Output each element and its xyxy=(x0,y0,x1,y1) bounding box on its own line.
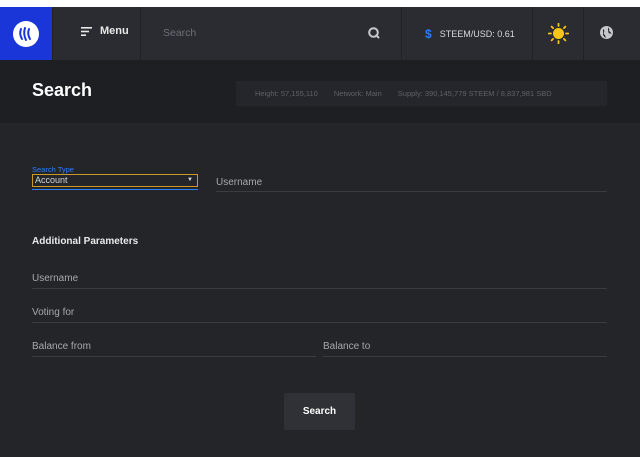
balance-from-underline xyxy=(32,356,316,357)
chevron-down-icon: ▼ xyxy=(187,177,193,183)
username-underline xyxy=(32,288,607,289)
app-frame: Menu Search $ STEEM/USD: 0.61 Search Hei… xyxy=(0,7,640,457)
stat-height: Height: 57,155,110 xyxy=(255,89,318,98)
price-ticker[interactable]: $ STEEM/USD: 0.61 xyxy=(425,27,515,41)
voting-for-underline xyxy=(32,322,607,323)
username-main-field[interactable]: Username xyxy=(216,177,262,188)
stat-supply: Supply: 390,145,779 STEEM / 8,837,981 SB… xyxy=(397,89,552,98)
search-type-label: Search Type xyxy=(32,165,74,174)
top-search-input[interactable]: Search xyxy=(163,27,196,39)
menu-label: Menu xyxy=(100,25,129,37)
chain-stats-bar: Height: 57,155,110 Network: Main Supply:… xyxy=(236,81,607,106)
steem-logo-icon xyxy=(13,20,39,47)
balance-to-field[interactable]: Balance to xyxy=(323,341,370,352)
divider xyxy=(532,7,533,60)
search-type-select[interactable]: Account ▼ xyxy=(32,174,198,187)
username-main-underline xyxy=(216,191,607,192)
username-field[interactable]: Username xyxy=(32,273,78,284)
search-type-value: Account xyxy=(35,175,68,185)
search-submit-button[interactable]: Search xyxy=(284,393,355,430)
menu-icon xyxy=(81,26,92,36)
menu-button[interactable]: Menu xyxy=(81,25,129,37)
divider xyxy=(52,7,53,60)
additional-parameters-title: Additional Parameters xyxy=(32,236,139,247)
balance-from-field[interactable]: Balance from xyxy=(32,341,91,352)
price-label: STEEM/USD: 0.61 xyxy=(439,29,515,39)
page-title: Search xyxy=(32,80,93,100)
balance-to-underline xyxy=(323,356,607,357)
top-navbar: Menu Search $ STEEM/USD: 0.61 xyxy=(0,7,640,60)
search-icon[interactable] xyxy=(367,26,380,44)
divider xyxy=(583,7,584,60)
divider xyxy=(401,7,402,60)
sun-icon[interactable] xyxy=(547,22,570,49)
globe-icon[interactable] xyxy=(599,25,614,45)
select-underline xyxy=(32,189,198,190)
divider xyxy=(140,7,141,60)
dollar-icon: $ xyxy=(425,27,432,41)
stat-network: Network: Main xyxy=(333,89,382,98)
steem-logo[interactable] xyxy=(0,7,52,60)
voting-for-field[interactable]: Voting for xyxy=(32,307,74,318)
